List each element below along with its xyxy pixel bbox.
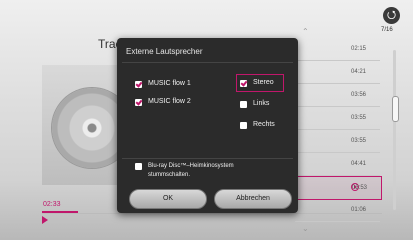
scroll-up-icon[interactable]: ⌃	[302, 27, 309, 36]
back-icon: ⭯	[386, 9, 397, 21]
playlist-item[interactable]: 03:56	[295, 84, 380, 107]
playlist-item[interactable]: 01:06	[295, 199, 380, 222]
checkbox-icon	[240, 101, 247, 108]
back-button[interactable]: ⭯	[383, 7, 400, 24]
checkbox-checked-icon	[135, 81, 142, 88]
elapsed-time: 02:33	[43, 201, 61, 208]
playlist-item[interactable]: 04:41	[295, 153, 380, 176]
cancel-button[interactable]: Abbrechen	[214, 189, 292, 209]
checkbox-icon	[135, 163, 142, 170]
progress-bar	[42, 211, 78, 213]
scroll-down-icon[interactable]: ⌄	[302, 224, 309, 233]
checkbox-icon	[240, 122, 247, 129]
playlist-item[interactable]: 04:21	[295, 61, 380, 84]
scrollbar-thumb[interactable]	[392, 96, 399, 122]
checkbox-checked-icon	[135, 99, 142, 106]
dialog-title: Externe Lautsprecher	[126, 47, 203, 56]
playlist-item[interactable]: 03:55	[295, 130, 380, 153]
dialog-separator	[122, 158, 293, 159]
dialog-divider	[122, 62, 293, 63]
playlist-item[interactable]: 02:15	[295, 38, 380, 61]
mute-label-line2: stummschalten.	[148, 172, 191, 178]
playlist-item-active[interactable]: 03:53	[295, 176, 382, 200]
page-indicator: 7/16	[381, 27, 393, 33]
ok-button[interactable]: OK	[129, 189, 207, 209]
scrollbar-track[interactable]	[393, 50, 396, 210]
mute-label-line1: Blu-ray Disc™–Heimkinosystem	[148, 163, 234, 169]
play-indicator-icon	[42, 216, 48, 224]
external-speakers-dialog: Externe Lautsprecher MUSIC flow 1 MUSIC …	[117, 38, 298, 213]
checkbox-checked-icon	[240, 80, 247, 87]
playlist-item[interactable]: 03:55	[295, 107, 380, 130]
